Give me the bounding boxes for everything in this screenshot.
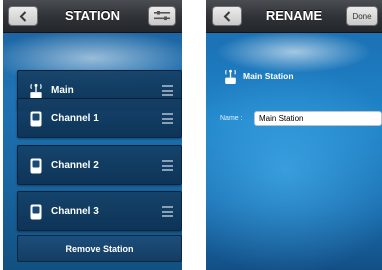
name-input[interactable]: Main Station <box>254 111 382 126</box>
sliders-icon <box>154 11 170 21</box>
name-field-label: Name : <box>220 115 243 122</box>
device-icon <box>30 158 42 174</box>
reorder-handle-icon[interactable] <box>162 85 173 96</box>
reorder-handle-icon[interactable] <box>162 160 173 171</box>
chevron-left-icon <box>19 10 27 22</box>
device-icon <box>30 111 42 127</box>
back-button[interactable] <box>8 6 38 26</box>
station-screen: STATION Main Channel 1 Channel 2 Channel… <box>3 0 182 270</box>
rename-screen: RENAME Done Main Station Name : Main Sta… <box>206 0 382 270</box>
antenna-icon <box>225 69 236 84</box>
navigation-bar: RENAME Done <box>206 0 382 33</box>
back-button[interactable] <box>212 6 242 26</box>
reorder-handle-icon[interactable] <box>162 206 173 217</box>
station-item-label: Channel 3 <box>51 206 99 217</box>
chevron-left-icon <box>223 10 231 22</box>
settings-button[interactable] <box>148 6 176 26</box>
station-header: Main Station <box>224 68 294 84</box>
station-item-channel-2[interactable]: Channel 2 <box>17 145 182 185</box>
station-item-channel-3[interactable]: Channel 3 <box>17 191 182 231</box>
done-button[interactable]: Done <box>346 6 378 26</box>
remove-station-button[interactable]: Remove Station <box>17 235 182 262</box>
station-item-label: Channel 2 <box>51 160 99 171</box>
device-icon <box>30 204 42 220</box>
station-item-channel-1[interactable]: Channel 1 <box>17 98 182 138</box>
reorder-handle-icon[interactable] <box>162 113 173 124</box>
navigation-bar: STATION <box>3 0 182 33</box>
station-name-label: Main Station <box>243 71 294 81</box>
station-item-label: Channel 1 <box>51 113 99 124</box>
